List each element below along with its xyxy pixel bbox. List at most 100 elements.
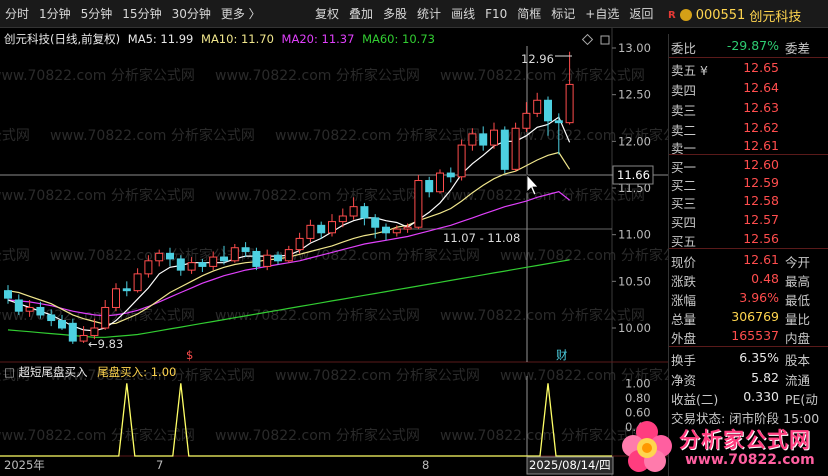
watermarks: www.70822.com 分析家公式网 www.70822.com 分析家公式网… [0, 67, 668, 444]
add-watchlist-button[interactable]: +自选 [580, 0, 624, 28]
stats-button[interactable]: 统计 [412, 0, 446, 28]
watermark-text: www.70822.com 分析家公式网 [215, 427, 420, 444]
candle-body [554, 120, 563, 124]
overlay-button[interactable]: 叠加 [344, 0, 378, 28]
price-row: 现价 12.61 今开 [671, 252, 811, 270]
price-tick-label: 10.00 [618, 321, 651, 335]
candle-body [565, 83, 574, 124]
candle-body [25, 306, 34, 312]
candle-body [544, 99, 552, 122]
candle-body [317, 224, 326, 234]
candle-body [457, 144, 466, 178]
indicator-pane [0, 383, 612, 457]
candle-body [274, 254, 282, 262]
candle-body [220, 256, 228, 262]
candle-body [468, 133, 477, 146]
outer-row: 外盘 165537 内盘 [671, 328, 811, 346]
watermark-text: www.70822.com 分析家公式网 [440, 307, 645, 324]
watermark-text: www.70822.com 分析家公式网 [0, 187, 195, 204]
period-1min[interactable]: 1分钟 [34, 0, 76, 28]
logo-text: 分析家公式网 [679, 428, 811, 452]
period-30min[interactable]: 30分钟 [167, 0, 216, 28]
adjust-button[interactable]: 复权 [310, 0, 344, 28]
date-tick-label: 2025年 [4, 458, 45, 472]
period-intraday[interactable]: 分时 [0, 0, 34, 28]
moving-average-lines [7, 116, 571, 338]
multi-stock-button[interactable]: 多股 [378, 0, 412, 28]
candle-body [371, 217, 380, 228]
candle-body [144, 260, 153, 275]
f10-button[interactable]: F10 [480, 0, 512, 28]
ma5-legend: MA5: 11.99 [127, 32, 194, 46]
change-pct-row: 涨幅 3.96% 最低 [671, 290, 811, 308]
candle-body [295, 237, 304, 251]
watermark-text: www.70822.com 分析家公式网 [0, 127, 30, 144]
candle-body [349, 206, 358, 217]
period-15min[interactable]: 15分钟 [117, 0, 166, 28]
sell1-row[interactable]: 卖一 12.61 [669, 136, 828, 156]
high-price-annotation: 12.96 [521, 52, 554, 66]
indicator-name[interactable]: 超短尾盘买入 [19, 365, 88, 379]
candle-body [36, 306, 45, 316]
indicator-value: 尾盘买入: 1.00 [97, 365, 177, 379]
divider [669, 346, 828, 347]
candle-body [176, 258, 185, 271]
indicator-line [0, 383, 612, 457]
crosshair-price-label: 11.66 [617, 168, 650, 182]
buy5-row[interactable]: 买五 12.56 [669, 229, 828, 249]
toolbar: 分时 1分钟 5分钟 15分钟 30分钟 更多 〉 复权 叠加 多股 统计 画线… [0, 0, 828, 28]
kline-chart[interactable]: www.70822.com 分析家公式网 www.70822.com 分析家公式网… [0, 28, 668, 476]
candle-body [382, 226, 390, 234]
candle-body [101, 306, 110, 329]
date-tick-label: 7 [156, 458, 163, 472]
watermark-text: www.70822.com 分析家公式网 [500, 247, 668, 264]
change-row: 涨跌 0.48 最高 [671, 271, 811, 289]
candle-body [4, 290, 12, 299]
mark-button[interactable]: 标记 [546, 0, 580, 28]
ma10-legend: MA10: 11.70 [201, 32, 274, 46]
flower-logo-icon [622, 421, 672, 472]
watermark-text: www.70822.com 分析家公式网 [0, 427, 195, 444]
back-button[interactable]: 返回 [624, 0, 658, 28]
quote-panel: 委比 -29.87% 委差 卖五 ¥ 12.65 卖四 12.64 卖三 12.… [668, 34, 828, 476]
price-tick-label: 10.50 [618, 274, 651, 288]
candle-body [263, 254, 272, 267]
sell5-row[interactable]: 卖五 ¥ 12.65 [669, 58, 828, 78]
watermark-text: www.70822.com 分析家公式网 [215, 67, 420, 84]
candle-body [58, 320, 66, 329]
sell3-row[interactable]: 卖三 12.63 [669, 98, 828, 118]
candle-body [522, 112, 531, 129]
sell4-row[interactable]: 卖四 12.64 [669, 78, 828, 98]
candle-body [306, 224, 315, 239]
buy4-row[interactable]: 买四 12.57 [669, 210, 828, 230]
candle-body [166, 252, 174, 260]
ma60-legend: MA60: 10.73 [362, 32, 435, 46]
candle-body [392, 228, 401, 234]
buy1-row[interactable]: 买一 12.60 [669, 155, 828, 175]
logo-url: www.70822.com [685, 452, 815, 468]
candle-body [511, 127, 520, 170]
buy3-row[interactable]: 买三 12.58 [669, 191, 828, 211]
draw-line-button[interactable]: 画线 [446, 0, 480, 28]
expand-indicator-icon[interactable]: □ [4, 365, 19, 379]
watermark-text: www.70822.com 分析家公式网 [275, 127, 480, 144]
period-5min[interactable]: 5分钟 [76, 0, 118, 28]
buy2-row[interactable]: 买二 12.59 [669, 173, 828, 193]
indicator-tick-label: 0.80 [625, 391, 651, 405]
candle-body [47, 314, 56, 322]
candle-body [112, 288, 120, 308]
weibi-row: 委比 -29.87% 委差 [671, 38, 811, 56]
period-more[interactable]: 更多 〉 [216, 0, 266, 28]
candle-body [500, 129, 509, 170]
price-tick-label: 12.50 [618, 88, 651, 102]
sell2-row[interactable]: 卖二 12.62 [669, 118, 828, 138]
crosshair-date-label: 2025/08/14/四 [529, 458, 611, 472]
watermark-text: www.70822.com 分析家公式网 [0, 67, 195, 84]
simple-frame-button[interactable]: 简框 [512, 0, 546, 28]
watermark-text: www.70822.com 分析家公式网 [50, 127, 255, 144]
candle-body [403, 226, 412, 230]
date-tick-label: 8 [422, 458, 429, 472]
candle-body [14, 299, 23, 312]
watermark-text: www.70822.com 分析家公式网 [440, 67, 645, 84]
candle-body [68, 322, 77, 342]
